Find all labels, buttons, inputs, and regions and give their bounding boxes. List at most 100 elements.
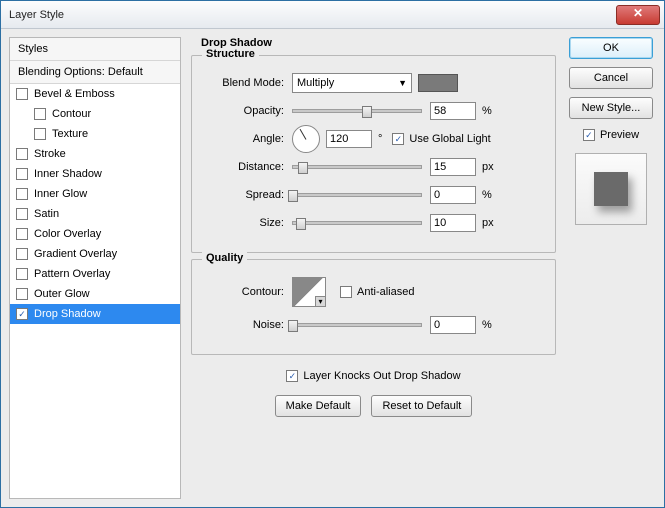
distance-slider[interactable] [292,165,422,169]
sidebar-item-bevel-emboss[interactable]: Bevel & Emboss [10,84,180,104]
style-checkbox[interactable] [34,108,46,120]
reset-default-button[interactable]: Reset to Default [371,395,472,417]
close-button[interactable]: ✕ [616,5,660,25]
slider-thumb[interactable] [362,106,372,118]
new-style-button[interactable]: New Style... [569,97,653,119]
sidebar-item-label: Contour [52,108,91,120]
style-checkbox[interactable] [16,148,28,160]
style-checkbox[interactable] [16,268,28,280]
angle-unit: ° [378,133,382,145]
chevron-down-icon: ▾ [315,296,325,306]
noise-row: Noise: % [204,314,543,336]
contour-label: Contour: [204,286,292,298]
sidebar-item-label: Pattern Overlay [34,268,110,280]
angle-row: Angle: ° Use Global Light [204,128,543,150]
style-checkbox[interactable] [16,168,28,180]
size-row: Size: px [204,212,543,234]
distance-row: Distance: px [204,156,543,178]
style-checkbox[interactable] [16,228,28,240]
contour-picker[interactable]: ▾ [292,277,326,307]
blend-mode-label: Blend Mode: [204,77,292,89]
titlebar: Layer Style ✕ [1,1,664,29]
distance-input[interactable] [430,158,476,176]
sidebar-item-drop-shadow[interactable]: Drop Shadow [10,304,180,324]
style-checkbox[interactable] [16,208,28,220]
spread-label: Spread: [204,189,292,201]
sidebar-item-label: Texture [52,128,88,140]
blend-mode-row: Blend Mode: Multiply ▼ [204,72,543,94]
sidebar-item-label: Drop Shadow [34,308,101,320]
distance-unit: px [482,161,494,173]
noise-slider[interactable] [292,323,422,327]
sidebar-item-gradient-overlay[interactable]: Gradient Overlay [10,244,180,264]
sidebar-item-outer-glow[interactable]: Outer Glow [10,284,180,304]
style-checkbox[interactable] [16,188,28,200]
sidebar-item-pattern-overlay[interactable]: Pattern Overlay [10,264,180,284]
sidebar-item-satin[interactable]: Satin [10,204,180,224]
sidebar-item-stroke[interactable]: Stroke [10,144,180,164]
size-input[interactable] [430,214,476,232]
antialias-checkbox[interactable] [340,286,352,298]
slider-thumb[interactable] [298,162,308,174]
effect-panel: Drop Shadow Structure Blend Mode: Multip… [191,37,556,499]
angle-input[interactable] [326,130,372,148]
blend-mode-select[interactable]: Multiply ▼ [292,73,412,93]
opacity-unit: % [482,105,492,117]
sidebar-item-inner-glow[interactable]: Inner Glow [10,184,180,204]
preview-label: Preview [600,129,639,141]
quality-legend: Quality [202,252,247,264]
knockout-label: Layer Knocks Out Drop Shadow [303,370,460,382]
style-checkbox[interactable] [16,88,28,100]
slider-thumb[interactable] [288,320,298,332]
cancel-button[interactable]: Cancel [569,67,653,89]
opacity-input[interactable] [430,102,476,120]
sidebar-blending-options[interactable]: Blending Options: Default [10,61,180,84]
sidebar-header[interactable]: Styles [10,38,180,61]
slider-thumb[interactable] [288,190,298,202]
angle-label: Angle: [204,133,292,145]
shadow-color-swatch[interactable] [418,74,458,92]
angle-needle [300,129,307,140]
size-unit: px [482,217,494,229]
layer-style-dialog: Layer Style ✕ Styles Blending Options: D… [0,0,665,508]
blend-mode-value: Multiply [297,77,334,89]
sidebar-item-texture[interactable]: Texture [10,124,180,144]
opacity-row: Opacity: % [204,100,543,122]
noise-input[interactable] [430,316,476,334]
style-checkbox[interactable] [16,248,28,260]
global-light-checkbox[interactable] [392,133,404,145]
right-panel: OK Cancel New Style... Preview [566,37,656,499]
dialog-content: Styles Blending Options: Default Bevel &… [1,29,664,507]
structure-fieldset: Structure Blend Mode: Multiply ▼ Opacity… [191,55,556,253]
global-light-label: Use Global Light [409,133,490,145]
spread-row: Spread: % [204,184,543,206]
size-slider[interactable] [292,221,422,225]
sidebar-item-color-overlay[interactable]: Color Overlay [10,224,180,244]
make-default-button[interactable]: Make Default [275,395,362,417]
ok-button[interactable]: OK [569,37,653,59]
sidebar-item-inner-shadow[interactable]: Inner Shadow [10,164,180,184]
contour-row: Contour: ▾ Anti-aliased [204,276,543,308]
noise-unit: % [482,319,492,331]
style-checkbox[interactable] [16,308,28,320]
angle-dial[interactable] [292,125,320,153]
style-checkbox[interactable] [16,288,28,300]
spread-input[interactable] [430,186,476,204]
size-label: Size: [204,217,292,229]
style-list: Bevel & Emboss Contour Texture Stroke Inner … [10,84,180,324]
structure-legend: Structure [202,48,259,60]
preview-shape [594,172,628,206]
spread-slider[interactable] [292,193,422,197]
distance-label: Distance: [204,161,292,173]
sidebar-item-label: Stroke [34,148,66,160]
sidebar-item-contour[interactable]: Contour [10,104,180,124]
knockout-row: Layer Knocks Out Drop Shadow [191,365,556,387]
slider-thumb[interactable] [296,218,306,230]
opacity-slider[interactable] [292,109,422,113]
styles-sidebar: Styles Blending Options: Default Bevel &… [9,37,181,499]
preview-checkbox[interactable] [583,129,595,141]
sidebar-item-label: Gradient Overlay [34,248,117,260]
style-checkbox[interactable] [34,128,46,140]
knockout-checkbox[interactable] [286,370,298,382]
preview-row: Preview [583,129,639,141]
